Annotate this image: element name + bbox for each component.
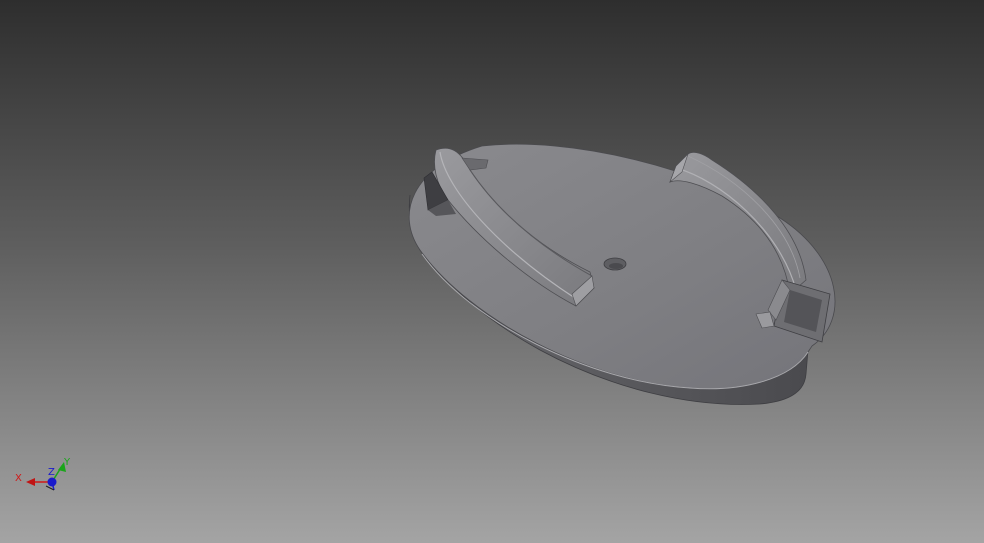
3d-model-viewport[interactable]: X Y Z (0, 0, 984, 543)
y-axis-label: Y (63, 457, 71, 468)
x-axis-arrow-icon (26, 478, 35, 486)
z-axis-label: Z (48, 467, 55, 478)
x-axis-label: X (15, 473, 22, 484)
triad-graphic: X Y Z (15, 457, 71, 491)
viewport-scene (0, 0, 984, 543)
view-orientation-triad[interactable]: X Y Z (8, 452, 78, 502)
